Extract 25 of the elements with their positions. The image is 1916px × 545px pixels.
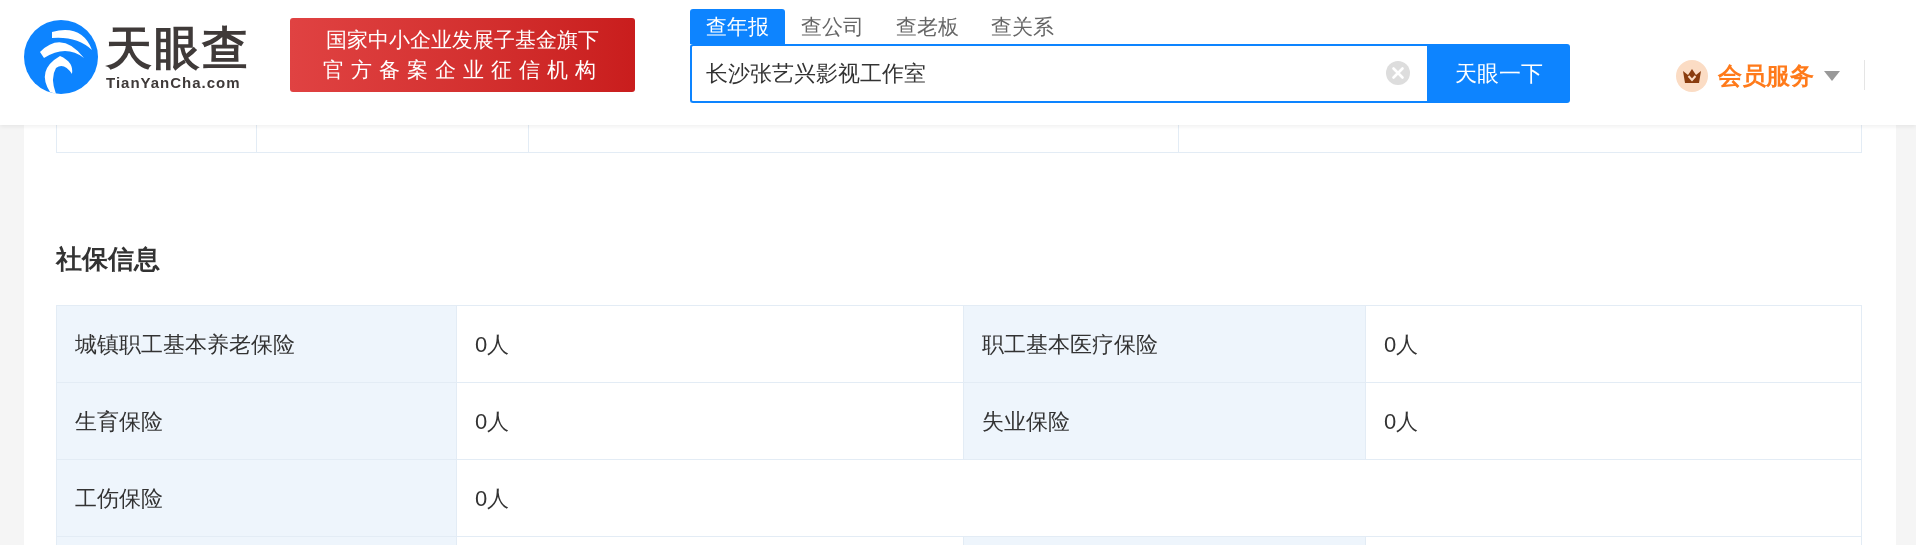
- logo-icon: [22, 18, 100, 96]
- search-tab[interactable]: 查年报: [690, 9, 785, 44]
- section-title: 社保信息: [56, 243, 161, 276]
- crown-icon: [1676, 60, 1708, 92]
- label-cell: 职工基本医疗保险: [964, 306, 1366, 383]
- value-cell: 0人: [457, 460, 1862, 537]
- search-button[interactable]: 天眼一下: [1427, 44, 1570, 103]
- search-tab[interactable]: 查公司: [785, 9, 880, 44]
- value-cell: 0人: [457, 383, 964, 460]
- label-cell: 工伤保险: [57, 460, 457, 537]
- badge-text: 国家中小企业发展子基金旗下: [326, 27, 599, 53]
- search-tab[interactable]: 查关系: [975, 9, 1070, 44]
- logo-wordmark: 天眼查: [106, 22, 250, 74]
- value-cell: 0人: [457, 306, 964, 383]
- label-cell: 生育保险: [57, 383, 457, 460]
- label-cell: 城镇职工基本养老保险: [57, 306, 457, 383]
- clear-icon[interactable]: [1385, 60, 1411, 86]
- badge-text: 官方备案企业征信机构: [322, 57, 603, 83]
- search-tab[interactable]: 查老板: [880, 9, 975, 44]
- search-field[interactable]: 长沙张艺兴影视工作室: [690, 44, 1427, 103]
- value-cell: 0人: [1366, 306, 1862, 383]
- label-cell: 失业保险: [964, 383, 1366, 460]
- value-cell: 0人: [1366, 383, 1862, 460]
- logo-domain: TianYanCha.com: [106, 74, 242, 92]
- caret-icon: [1824, 71, 1840, 81]
